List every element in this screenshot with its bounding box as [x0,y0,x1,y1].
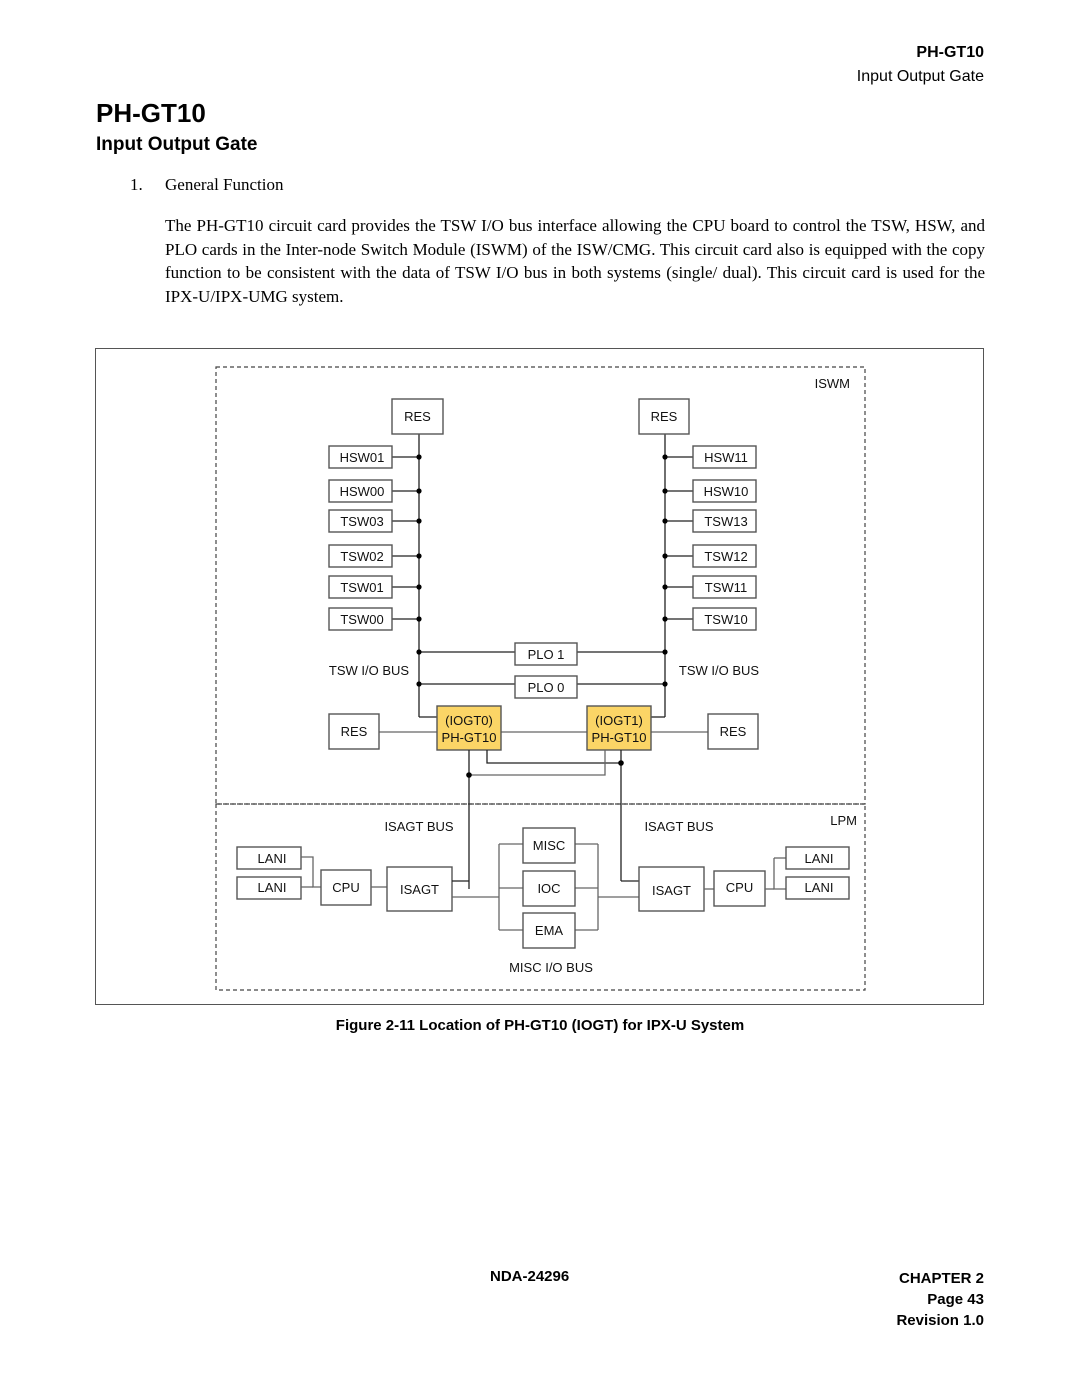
plo0-card: PLO 0 [514,675,578,699]
bus-junction-dot [416,584,422,590]
right-lani-1: LANI [785,846,850,870]
svg-text:RES: RES [341,724,368,739]
svg-text:HSW00: HSW00 [340,484,385,499]
block-diagram: ISWM LPM RES RES HSW01 HSW00 TSW03 TSW02 TSW… [215,366,866,991]
svg-text:PLO 1: PLO 1 [528,647,565,662]
footer-doc-number: NDA-24296 [490,1268,570,1285]
svg-text:RES: RES [720,724,747,739]
left-card-hsw01: HSW01 [328,445,422,469]
right-card-tsw13: TSW13 [662,509,757,533]
left-gate-res: RES [328,713,380,750]
svg-text:ISAGT: ISAGT [400,882,439,897]
right-tsw-bus-label: TSW I/O BUS [679,663,760,678]
right-card-tsw12: TSW12 [662,544,757,568]
svg-text:LANI: LANI [258,880,287,895]
svg-text:RES: RES [651,409,678,424]
right-isagt: ISAGT [638,866,705,912]
left-tsw-bus-label: TSW I/O BUS [329,663,410,678]
bus-junction-dot [416,488,422,494]
bus-junction-dot [662,488,668,494]
ioc-card: IOC [522,870,576,907]
svg-text:HSW01: HSW01 [340,450,385,465]
bus-junction-dot [662,584,668,590]
right-card-hsw11: HSW11 [662,445,757,469]
footer-revision: Revision 1.0 [896,1312,984,1329]
svg-text:HSW11: HSW11 [704,450,748,465]
left-lani-1: LANI [236,846,302,870]
bus-junction-dot [662,616,668,622]
right-card-tsw10: TSW10 [662,607,757,631]
svg-text:TSW12: TSW12 [704,549,747,564]
svg-text:TSW01: TSW01 [340,580,383,595]
left-isagt-bus-label: ISAGT BUS [384,819,453,834]
right-lani-2: LANI [785,876,850,900]
svg-text:HSW10: HSW10 [704,484,749,499]
bus-junction-dot [662,454,668,460]
section-number: 1. [130,175,143,194]
bus-junction-dot [416,616,422,622]
misc-card: MISC [522,827,576,864]
right-card-hsw10: HSW10 [662,479,757,503]
body-paragraph: The PH-GT10 circuit card provides the TS… [165,216,985,306]
svg-text:TSW02: TSW02 [340,549,383,564]
svg-text:RES: RES [404,409,431,424]
page-subtitle: Input Output Gate [96,134,258,155]
svg-text:TSW00: TSW00 [340,612,383,627]
footer-chapter: CHAPTER 2 [898,1270,984,1287]
svg-text:TSW10: TSW10 [704,612,747,627]
left-card-tsw00: TSW00 [328,607,422,631]
svg-text:EMA: EMA [535,923,564,938]
section-title: General Function [165,175,284,194]
svg-text:CPU: CPU [332,880,359,895]
bus-junction-dot [662,518,668,524]
left-card-tsw03: TSW03 [328,509,422,533]
iogt0-gate: (IOGT0) PH-GT10 [436,705,502,751]
svg-text:ISAGT: ISAGT [652,883,691,898]
svg-text:CPU: CPU [726,880,753,895]
footer-meta: CHAPTER 2 Page 43 Revision 1.0 [896,1268,984,1331]
iswm-label: ISWM [815,376,850,391]
bus-junction-dot [416,454,422,460]
figure-caption: Figure 2-11 Location of PH-GT10 (IOGT) f… [335,1017,745,1034]
left-top-res: RES [391,398,444,435]
svg-text:TSW13: TSW13 [704,514,747,529]
left-card-tsw02: TSW02 [328,544,422,568]
footer-page: Page 43 [927,1291,984,1308]
misc-io-bus-label: MISC I/O BUS [509,960,593,975]
svg-text:LANI: LANI [805,880,834,895]
right-card-tsw11: TSW11 [662,575,757,599]
svg-text:MISC: MISC [533,838,566,853]
figure-frame: ISWM LPM RES RES HSW01 HSW00 TSW03 TSW02 TSW… [95,348,984,1005]
left-card-hsw00: HSW00 [328,479,422,503]
svg-text:PLO 0: PLO 0 [528,680,565,695]
page-title: PH-GT10 [96,98,206,128]
svg-text:TSW03: TSW03 [340,514,383,529]
left-cpu: CPU [320,869,372,906]
right-cpu: CPU [713,870,766,907]
svg-text:PH-GT10: PH-GT10 [592,730,647,745]
svg-text:PH-GT10: PH-GT10 [442,730,497,745]
left-isagt: ISAGT [386,866,453,912]
ema-card: EMA [522,912,576,949]
svg-text:(IOGT1): (IOGT1) [595,713,643,728]
bus-junction-dot [416,553,422,559]
iswm-region [215,366,866,805]
bus-junction-dot [416,518,422,524]
plo1-card: PLO 1 [514,642,578,666]
right-gate-res: RES [707,713,759,750]
svg-text:(IOGT0): (IOGT0) [445,713,493,728]
iogt1-gate: (IOGT1) PH-GT10 [586,705,652,751]
bus-junction-dot [662,553,668,559]
svg-text:IOC: IOC [537,881,560,896]
right-top-res: RES [638,398,690,435]
svg-text:LANI: LANI [805,851,834,866]
left-lani-2: LANI [236,876,302,900]
lpm-label: LPM [830,813,857,828]
running-header-subtitle: Input Output Gate [856,68,984,85]
right-isagt-bus-label: ISAGT BUS [644,819,713,834]
left-card-tsw01: TSW01 [328,575,422,599]
running-header-title: PH-GT10 [916,44,984,61]
svg-text:TSW11: TSW11 [705,580,747,595]
svg-text:LANI: LANI [258,851,287,866]
